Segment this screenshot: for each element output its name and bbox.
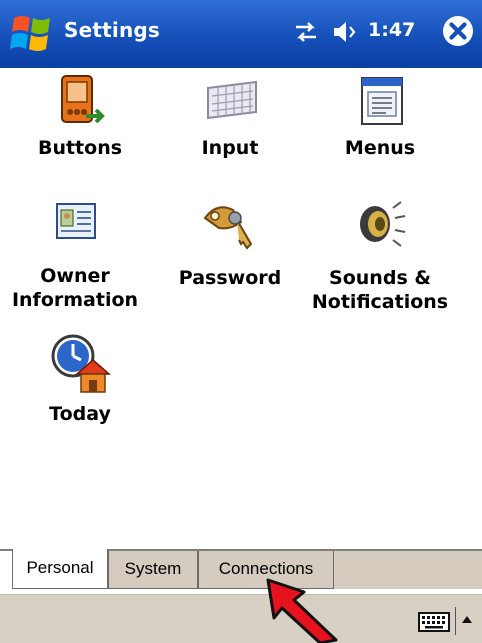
title-bar: Settings 1:47 bbox=[0, 0, 482, 68]
settings-item-label: Sounds & Notifications bbox=[311, 267, 449, 313]
windows-start-icon[interactable] bbox=[6, 8, 58, 60]
buttons-icon bbox=[61, 75, 105, 124]
settings-item-buttons[interactable]: Buttons bbox=[20, 72, 140, 160]
settings-item-label: Password bbox=[178, 267, 282, 289]
keyboard-input-icon[interactable] bbox=[418, 611, 450, 633]
settings-item-today[interactable]: Today bbox=[20, 330, 140, 426]
settings-item-label: Input bbox=[201, 137, 259, 159]
settings-item-sounds-notifications[interactable]: Sounds & Notifications bbox=[305, 196, 455, 314]
settings-item-menus[interactable]: Menus bbox=[320, 72, 440, 160]
menu-separator bbox=[455, 607, 456, 635]
tab-strip: Personal System Connections bbox=[0, 549, 482, 594]
settings-item-label: Today bbox=[49, 403, 111, 425]
today-clock-house-icon bbox=[51, 334, 111, 393]
input-panel-arrow-icon[interactable] bbox=[460, 613, 474, 625]
window-title: Settings bbox=[64, 18, 161, 42]
clock[interactable]: 1:47 bbox=[368, 19, 415, 41]
settings-item-label: Owner Information bbox=[11, 265, 139, 311]
settings-item-owner-information[interactable]: Owner Information bbox=[0, 196, 150, 312]
settings-item-label: Menus bbox=[344, 137, 416, 159]
connectivity-icon[interactable] bbox=[292, 18, 320, 46]
speaker-icon bbox=[360, 201, 406, 247]
close-icon[interactable] bbox=[441, 14, 475, 48]
menu-bar bbox=[0, 594, 482, 643]
tab-system[interactable]: System bbox=[108, 551, 198, 589]
settings-item-input[interactable]: Input bbox=[170, 72, 290, 160]
tab-connections[interactable]: Connections bbox=[198, 551, 334, 589]
owner-card-icon bbox=[56, 203, 96, 239]
keyboard-icon bbox=[207, 80, 257, 120]
settings-item-label: Buttons bbox=[37, 137, 123, 159]
menus-icon bbox=[361, 77, 403, 125]
volume-icon[interactable] bbox=[330, 17, 360, 47]
tab-personal[interactable]: Personal bbox=[12, 549, 108, 589]
settings-item-password[interactable]: Password bbox=[170, 196, 290, 290]
tab-strip-filler bbox=[334, 551, 482, 589]
keys-icon bbox=[203, 206, 253, 250]
